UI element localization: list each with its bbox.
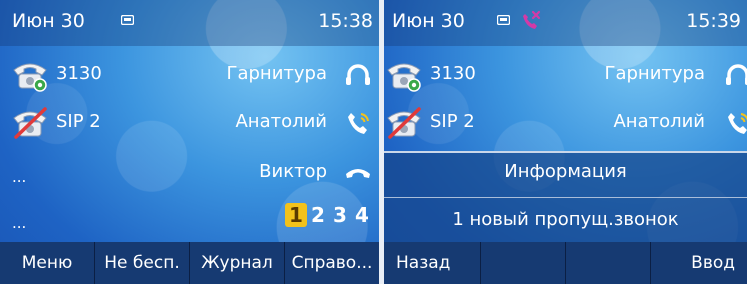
page-4[interactable]: 4 — [351, 203, 373, 227]
line-label: SIP 2 — [430, 111, 475, 132]
dsskey-viktor[interactable]: ... Виктор — [0, 150, 379, 196]
directory-softkey[interactable]: Справо... — [284, 242, 379, 284]
dsskey-label: Гарнитура — [604, 63, 706, 84]
phone-screen-left: Июн 30 15:38 3130 Гарнитура SIP 2 Анатол… — [0, 0, 379, 284]
dsskey-label: Анатолий — [235, 111, 327, 132]
phone-ring-icon — [348, 113, 369, 134]
headset-icon — [346, 64, 370, 85]
dsskey-label: Гарнитура — [226, 63, 328, 84]
headset-icon — [726, 64, 747, 85]
line-label: SIP 2 — [56, 111, 101, 132]
time-label: 15:39 — [686, 10, 741, 32]
desk-phone-unregistered-icon — [387, 107, 421, 139]
date-label: Июн 30 — [392, 10, 465, 32]
phone-screen-right: Июн 30 15:39 3130 Гарнитура SIP 2 Анатол… — [384, 0, 747, 284]
line-key-sip2[interactable]: SIP 2 Анатолий — [384, 100, 747, 146]
empty-line-placeholder: ... — [12, 214, 27, 232]
page-indicator: 1234 — [285, 203, 373, 227]
back-softkey[interactable]: Назад — [384, 242, 480, 284]
missed-call-message: 1 новый пропущ.звонок — [452, 209, 679, 230]
softkey-bar: Назад Ввод — [384, 242, 747, 284]
info-title: Информация — [504, 161, 627, 182]
status-bar: Июн 30 15:39 — [384, 0, 747, 46]
enter-softkey[interactable]: Ввод — [650, 242, 747, 284]
desk-phone-registered-icon — [13, 63, 47, 92]
line-key-3130[interactable]: 3130 Гарнитура — [384, 52, 747, 98]
date-label: Июн 30 — [12, 10, 85, 32]
empty-softkey[interactable] — [480, 242, 565, 284]
page-2[interactable]: 2 — [307, 203, 329, 227]
empty-line-placeholder: ... — [12, 168, 27, 186]
line-label: 3130 — [56, 63, 102, 84]
softkey-bar: Меню Не бесп. Журнал Справо... — [0, 242, 379, 284]
desk-phone-registered-icon — [387, 63, 421, 92]
message-icon — [121, 15, 134, 25]
empty-softkey[interactable] — [565, 242, 650, 284]
dsskey-label: Виктор — [259, 161, 327, 182]
desk-phone-unregistered-icon — [13, 107, 47, 139]
dsskey-label: Анатолий — [613, 111, 705, 132]
info-separator — [384, 197, 747, 198]
handset-icon — [346, 169, 370, 178]
dnd-softkey[interactable]: Не бесп. — [94, 242, 189, 284]
status-bar: Июн 30 15:38 — [0, 0, 379, 46]
line-label: 3130 — [430, 63, 476, 84]
phone-ring-icon — [728, 113, 747, 134]
menu-softkey[interactable]: Меню — [0, 242, 94, 284]
line-key-sip2[interactable]: SIP 2 Анатолий — [0, 100, 379, 146]
line-key-3130[interactable]: 3130 Гарнитура — [0, 52, 379, 98]
missed-call-icon — [523, 10, 541, 29]
page-3[interactable]: 3 — [329, 203, 351, 227]
time-label: 15:38 — [318, 10, 373, 32]
history-softkey[interactable]: Журнал — [189, 242, 284, 284]
info-popup: Информация 1 новый пропущ.звонок — [384, 151, 747, 244]
page-1[interactable]: 1 — [285, 203, 307, 227]
message-icon — [497, 15, 510, 25]
